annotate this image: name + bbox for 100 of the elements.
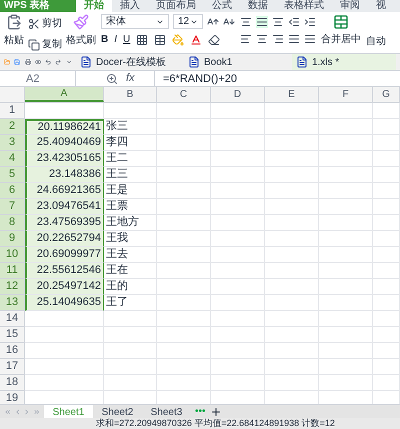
menu-tab[interactable]: 页面布局: [148, 0, 204, 12]
row-header[interactable]: 18: [0, 375, 25, 391]
row-header[interactable]: 8: [0, 215, 25, 231]
column-header[interactable]: A: [25, 87, 104, 102]
table-cell[interactable]: [157, 183, 211, 199]
table-cell[interactable]: [104, 311, 157, 327]
table-cell[interactable]: [211, 119, 265, 135]
table-cell[interactable]: [211, 279, 265, 295]
align-middle-icon[interactable]: [256, 16, 268, 28]
printer-icon[interactable]: [24, 56, 31, 68]
italic-button[interactable]: I: [114, 32, 118, 47]
table-cell[interactable]: [211, 231, 265, 247]
column-header[interactable]: E: [265, 87, 319, 102]
row-header[interactable]: 1: [0, 103, 25, 119]
bold-button[interactable]: B: [101, 32, 108, 47]
menu-tab[interactable]: 开始: [76, 0, 112, 12]
prev-sheet-icon[interactable]: [14, 408, 21, 416]
row-header[interactable]: 12: [0, 279, 25, 295]
table-cell[interactable]: [104, 343, 157, 359]
underline-button[interactable]: U: [123, 32, 130, 47]
table-cell[interactable]: 20.25497142: [25, 279, 104, 295]
table-cell[interactable]: 王在: [104, 263, 157, 279]
table-cell[interactable]: [157, 263, 211, 279]
table-cell[interactable]: [157, 311, 211, 327]
table-cell[interactable]: 王地方: [104, 215, 157, 231]
border-icon[interactable]: [136, 34, 148, 46]
first-sheet-icon[interactable]: [4, 408, 12, 416]
column-header[interactable]: C: [157, 87, 211, 102]
table-cell[interactable]: 25.40940469: [25, 135, 104, 151]
table-cell[interactable]: [373, 327, 400, 343]
table-cell[interactable]: [265, 311, 319, 327]
table-cell[interactable]: [373, 263, 400, 279]
table-cell[interactable]: 王票: [104, 199, 157, 215]
table-cell[interactable]: [265, 343, 319, 359]
table-cell[interactable]: [373, 359, 400, 375]
outdent-icon[interactable]: [288, 16, 300, 28]
indent-icon[interactable]: [304, 16, 316, 28]
table-cell[interactable]: 王是: [104, 183, 157, 199]
sheet-tab[interactable]: Sheet2: [93, 405, 142, 418]
table-cell[interactable]: 20.11986241: [25, 119, 104, 135]
table-cell[interactable]: [211, 343, 265, 359]
table-cell[interactable]: [373, 311, 400, 327]
row-header[interactable]: 9: [0, 231, 25, 247]
table-cell[interactable]: [157, 295, 211, 311]
menu-tab[interactable]: 视: [368, 0, 394, 12]
table-cell[interactable]: [25, 359, 104, 375]
table-cell[interactable]: [319, 247, 373, 263]
sheet-tab[interactable]: Sheet1: [44, 405, 93, 418]
table-cell[interactable]: [157, 199, 211, 215]
paste-button[interactable]: 粘贴: [4, 33, 24, 48]
table-cell[interactable]: [265, 151, 319, 167]
row-header[interactable]: 3: [0, 135, 25, 151]
row-header[interactable]: 7: [0, 199, 25, 215]
menu-tab[interactable]: 表格样式: [276, 0, 332, 12]
table-cell[interactable]: [265, 279, 319, 295]
table-cell[interactable]: [211, 135, 265, 151]
format-painter-button[interactable]: 格式刷: [66, 33, 96, 48]
table-cell[interactable]: [319, 327, 373, 343]
table-cell[interactable]: 王的: [104, 279, 157, 295]
table-cell[interactable]: [265, 199, 319, 215]
table-cell[interactable]: [319, 359, 373, 375]
table-cell[interactable]: [373, 119, 400, 135]
table-cell[interactable]: 李四: [104, 135, 157, 151]
table-cell[interactable]: [211, 199, 265, 215]
table-icon[interactable]: [154, 34, 166, 46]
table-cell[interactable]: [373, 103, 400, 119]
table-cell[interactable]: [319, 279, 373, 295]
table-cell[interactable]: [265, 231, 319, 247]
table-cell[interactable]: [319, 311, 373, 327]
table-cell[interactable]: [373, 343, 400, 359]
row-header[interactable]: 16: [0, 343, 25, 359]
table-cell[interactable]: [265, 103, 319, 119]
table-cell[interactable]: [211, 151, 265, 167]
fill-color-icon[interactable]: [172, 34, 184, 46]
document-tab[interactable]: 1.xls *: [292, 54, 396, 70]
add-sheet-icon[interactable]: [210, 406, 222, 418]
row-header[interactable]: 10: [0, 247, 25, 263]
table-cell[interactable]: [157, 279, 211, 295]
table-cell[interactable]: [265, 119, 319, 135]
font-size-field[interactable]: 12: [173, 14, 203, 29]
table-cell[interactable]: [319, 103, 373, 119]
column-header[interactable]: D: [211, 87, 265, 102]
align-top-icon[interactable]: [240, 16, 252, 28]
distribute-icon[interactable]: [304, 33, 316, 45]
table-cell[interactable]: [265, 327, 319, 343]
align-right-icon[interactable]: [272, 33, 284, 45]
auto-button[interactable]: 自动: [366, 34, 386, 49]
table-cell[interactable]: [373, 375, 400, 391]
table-cell[interactable]: [211, 375, 265, 391]
table-cell[interactable]: [157, 327, 211, 343]
table-cell[interactable]: [319, 263, 373, 279]
table-cell[interactable]: [104, 327, 157, 343]
table-cell[interactable]: [373, 151, 400, 167]
table-cell[interactable]: [265, 135, 319, 151]
table-cell[interactable]: [319, 167, 373, 183]
table-cell[interactable]: [319, 375, 373, 391]
table-cell[interactable]: 25.14049635: [25, 295, 104, 311]
table-cell[interactable]: [157, 375, 211, 391]
table-cell[interactable]: [211, 295, 265, 311]
align-left-icon[interactable]: [240, 33, 252, 45]
